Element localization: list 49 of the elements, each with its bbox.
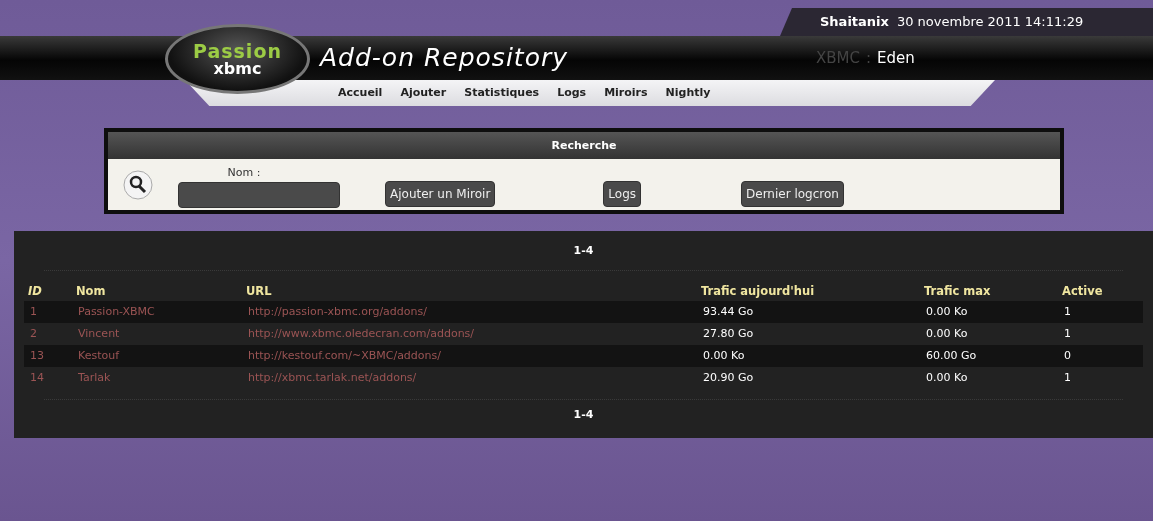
field-label: Nom :: [227, 165, 261, 182]
nav-link[interactable]: Logs: [548, 84, 596, 102]
table-cell: Tarlak: [72, 367, 242, 389]
nav-link[interactable]: Miroirs: [595, 84, 657, 102]
action-button[interactable]: Ajouter un Miroir: [385, 180, 496, 207]
table-cell: Vincent: [72, 323, 242, 345]
input-field[interactable]: [178, 181, 340, 208]
table-cell: 1: [1058, 301, 1143, 323]
table-cell: 60.00 Go: [920, 345, 1058, 367]
date-time: 30 novembre 2011 14:11:29: [896, 13, 1084, 32]
logo-text: xbmc: [213, 60, 262, 77]
username: Shaitanix: [820, 13, 889, 32]
table-cell: 0: [1058, 345, 1143, 367]
version-name: Eden: [877, 47, 915, 69]
table-cell: Passion-XBMC: [72, 301, 242, 323]
table-cell: 1: [1058, 323, 1143, 345]
column-header: Active: [1058, 283, 1143, 301]
nav-link[interactable]: Accueil: [329, 84, 392, 102]
action-button[interactable]: Dernier logcron: [741, 180, 844, 207]
pagination[interactable]: 1-4: [44, 231, 1123, 271]
separator: :: [866, 47, 872, 69]
table-cell: 1: [24, 301, 72, 323]
panel-header: Recherche: [108, 132, 1060, 159]
table-cell: 0.00 Ko: [920, 367, 1058, 389]
column-header: Trafic aujourd'hui: [697, 283, 920, 301]
column-header: URL: [242, 283, 697, 301]
column-header: Trafic max: [920, 283, 1058, 301]
table-cell: 27.80 Go: [697, 323, 920, 345]
nav-link[interactable]: Statistiques: [455, 84, 549, 102]
table-cell: 13: [24, 345, 72, 367]
table-cell: 0.00 Ko: [920, 323, 1058, 345]
table-cell: 0.00 Ko: [697, 345, 920, 367]
version-label: XBMC: [816, 47, 860, 69]
action-button[interactable]: Logs: [603, 180, 641, 207]
table-cell: 14: [24, 367, 72, 389]
table-cell: 2: [24, 323, 72, 345]
table-cell: 0.00 Ko: [920, 301, 1058, 323]
column-header: Nom: [72, 283, 242, 301]
table-cell: 1: [1058, 367, 1143, 389]
table-cell: Kestouf: [72, 345, 242, 367]
nav-link[interactable]: Nightly: [656, 84, 720, 102]
table-cell: 93.44 Go: [697, 301, 920, 323]
column-header: ID: [24, 283, 72, 301]
pagination[interactable]: 1-4: [44, 399, 1123, 429]
site-title: Add-on Repository: [320, 42, 568, 75]
search-icon[interactable]: [123, 169, 153, 200]
logo-text: Passion: [193, 41, 282, 61]
table-cell: 20.90 Go: [697, 367, 920, 389]
nav-link[interactable]: Ajouter: [391, 84, 456, 102]
